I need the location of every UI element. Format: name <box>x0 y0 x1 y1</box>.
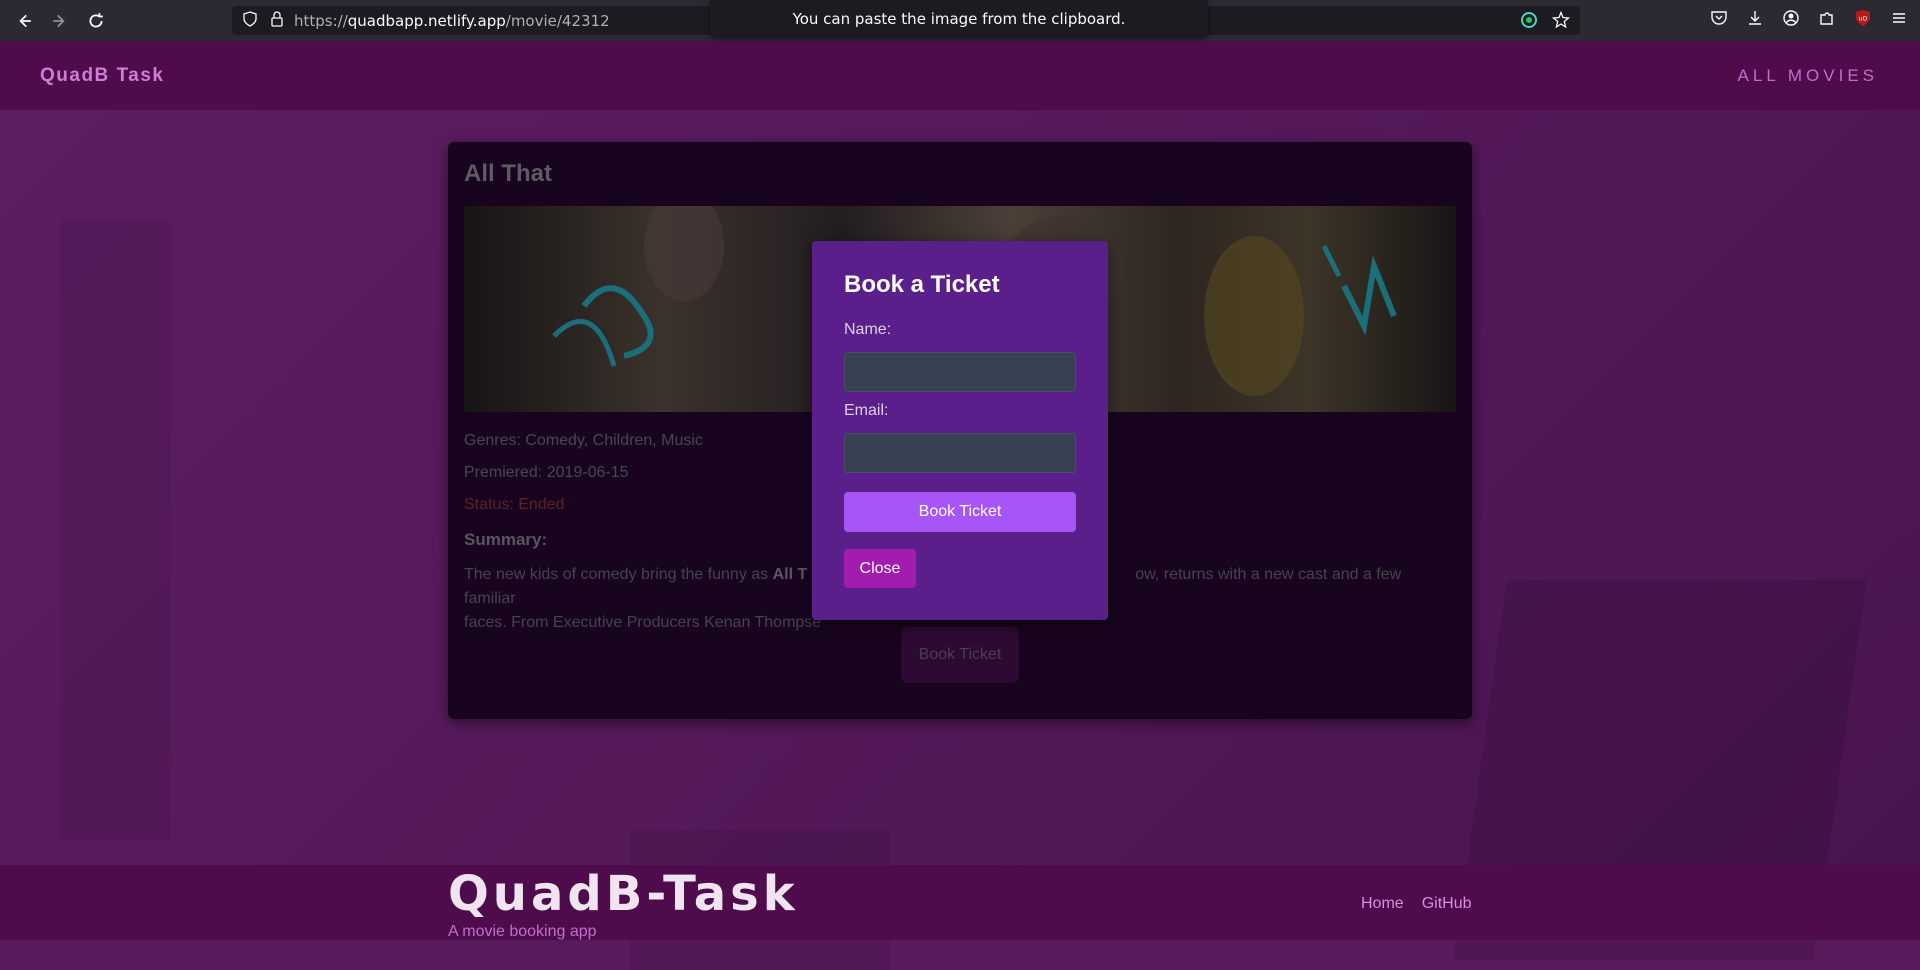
book-ticket-button[interactable]: Book Ticket <box>901 627 1019 683</box>
download-icon[interactable] <box>1746 9 1764 31</box>
pocket-icon[interactable] <box>1710 9 1728 31</box>
forward-icon[interactable] <box>42 3 78 39</box>
name-input[interactable] <box>844 352 1076 392</box>
backdrop-decoration <box>60 220 170 840</box>
extensions-puzzle-icon[interactable] <box>1818 9 1836 31</box>
svg-text:uO: uO <box>1859 16 1868 23</box>
email-input[interactable] <box>844 433 1076 473</box>
name-label: Name: <box>844 321 892 338</box>
reload-icon[interactable] <box>78 3 114 39</box>
url-path: /movie/42312 <box>505 11 610 30</box>
summary-part: faces. From Executive Producers Kenan Th… <box>464 614 822 631</box>
menu-icon[interactable] <box>1890 9 1908 31</box>
bookmark-star-icon[interactable] <box>1551 10 1571 33</box>
summary-bold-part: All T <box>772 566 808 583</box>
back-icon[interactable] <box>6 3 42 39</box>
modal-title: Book a Ticket <box>844 271 1000 298</box>
url-text[interactable]: https://quadbapp.netlify.app/movie/42312 <box>294 12 610 30</box>
browser-toolbar: https://quadbapp.netlify.app/movie/42312… <box>0 0 1920 41</box>
extension-icon[interactable] <box>1520 11 1538 33</box>
movie-genres: Genres: Comedy, Children, Music <box>464 432 703 449</box>
footer-subtitle: A movie booking app <box>448 923 597 940</box>
shield-icon[interactable] <box>242 10 258 31</box>
summary-heading: Summary: <box>464 530 548 549</box>
url-host: quadbapp.netlify.app <box>347 11 506 30</box>
movie-premiered: Premiered: 2019-06-15 <box>464 464 629 481</box>
account-icon[interactable] <box>1782 9 1800 31</box>
movie-title: All That <box>464 160 552 187</box>
modal-book-ticket-button[interactable]: Book Ticket <box>844 492 1076 532</box>
ublock-icon[interactable]: uO <box>1854 9 1872 31</box>
clipboard-notice: You can paste the image from the clipboa… <box>710 0 1208 37</box>
app-header: QuadB Task ALL MOVIES <box>0 41 1920 110</box>
lock-icon[interactable] <box>270 10 284 31</box>
modal-close-button[interactable]: Close <box>844 549 916 588</box>
footer: QuadB-Task A movie booking app Home GitH… <box>0 865 1920 940</box>
footer-links: Home GitHub <box>1361 895 1471 913</box>
email-label: Email: <box>844 402 889 419</box>
book-ticket-modal: Book a Ticket Name: Email: Book Ticket C… <box>812 241 1108 620</box>
footer-link-github[interactable]: GitHub <box>1422 895 1472 913</box>
all-movies-link[interactable]: ALL MOVIES <box>1738 66 1878 86</box>
footer-link-home[interactable]: Home <box>1361 895 1404 913</box>
summary-part: The new kids of comedy bring the funny a… <box>464 566 773 583</box>
movie-status: Status: Ended <box>464 496 565 513</box>
brand-logo[interactable]: QuadB Task <box>40 65 164 87</box>
url-scheme: https:// <box>294 11 348 30</box>
footer-title: QuadB-Task <box>448 866 799 922</box>
